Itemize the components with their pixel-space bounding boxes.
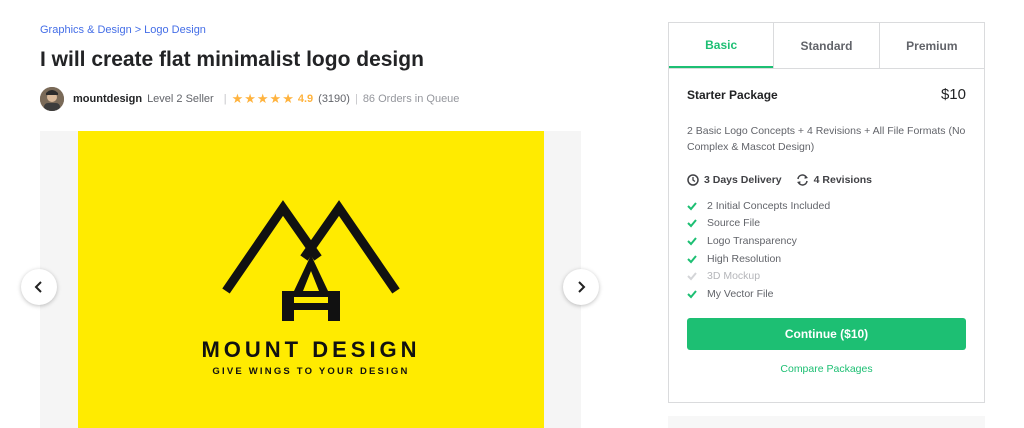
star-icon: ★ (256, 91, 269, 106)
brand-title-text: MOUNT DESIGN (201, 337, 421, 362)
chevron-right-icon (578, 281, 586, 293)
package-meta: 3 Days Delivery 4 Revisions (687, 174, 966, 186)
chevron-left-icon (34, 281, 42, 293)
feature-list: 2 Initial Concepts Included Source File … (687, 197, 966, 303)
rating-score: 4.9 (297, 93, 314, 105)
check-icon (687, 219, 697, 228)
star-icon: ★ (282, 91, 294, 106)
check-icon (687, 254, 697, 264)
package-price: $10 (940, 86, 966, 103)
delivery-time: 3 Days Delivery (704, 174, 782, 186)
feature-label: Logo Transparency (707, 234, 797, 247)
brand-tagline-text: GIVE WINGS TO YOUR DESIGN (212, 366, 410, 377)
seller-avatar[interactable] (40, 87, 64, 111)
divider: | (354, 93, 358, 105)
clock-icon (687, 174, 699, 186)
delivery-info: 3 Days Delivery (687, 174, 782, 186)
gallery-prev-button[interactable] (21, 269, 57, 305)
feature-item: Source File (687, 215, 966, 233)
breadcrumb-subcategory-link[interactable]: Logo Design (144, 24, 206, 36)
seller-overview: mountdesign Level 2 Seller | ★ ★ ★ ★ ★ 4.9 (… (40, 87, 459, 111)
avatar-photo-icon (40, 87, 64, 111)
gallery-slide-image[interactable]: MOUNT DESIGN GIVE WINGS TO YOUR DESIGN (78, 131, 544, 428)
tab-basic[interactable]: Basic (669, 23, 774, 68)
feature-item: 3D Mockup (687, 267, 966, 285)
continue-button[interactable]: Continue ($10) (687, 317, 966, 350)
tab-premium[interactable]: Premium (878, 23, 984, 68)
breadcrumb-separator: > (134, 24, 142, 36)
package-description: 2 Basic Logo Concepts + 4 Revisions + Al… (687, 125, 966, 153)
breadcrumb: Graphics & Design > Logo Design (40, 24, 206, 36)
feature-label: 3D Mockup (707, 270, 761, 283)
star-icon: ★ (231, 91, 244, 106)
feature-label: 2 Initial Concepts Included (707, 199, 831, 212)
review-count[interactable]: (3190) (318, 93, 350, 105)
star-icon: ★ (244, 91, 256, 106)
divider: | (223, 93, 227, 105)
star-rating: ★ ★ ★ ★ ★ (232, 91, 294, 107)
check-icon (687, 237, 697, 246)
package-name: Starter Package (687, 87, 778, 102)
seller-level: Level 2 Seller (147, 93, 214, 105)
star-icon: ★ (269, 91, 282, 106)
gallery-next-button[interactable] (563, 269, 599, 305)
refresh-icon (796, 174, 808, 186)
compare-packages-link[interactable]: Compare Packages (687, 363, 966, 375)
feature-label: Source File (707, 217, 761, 230)
check-icon (687, 202, 697, 211)
feature-label: High Resolution (707, 252, 782, 265)
gig-title: I will create flat minimalist logo desig… (40, 48, 424, 71)
contact-seller-box (668, 416, 985, 428)
seller-name-link[interactable]: mountdesign (73, 93, 142, 105)
feature-item: My Vector File (687, 285, 966, 303)
orders-in-queue: 86 Orders in Queue (362, 93, 460, 105)
gig-gallery: MOUNT DESIGN GIVE WINGS TO YOUR DESIGN (40, 131, 581, 428)
tab-standard[interactable]: Standard (773, 23, 878, 68)
package-panel: Basic Standard Premium Starter Package $… (668, 22, 985, 403)
check-icon-disabled (687, 272, 697, 281)
package-tabs: Basic Standard Premium (669, 23, 984, 69)
revision-count: 4 Revisions (813, 174, 873, 186)
feature-item: 2 Initial Concepts Included (687, 197, 966, 215)
feature-item: High Resolution (687, 250, 966, 268)
breadcrumb-category-link[interactable]: Graphics & Design (40, 24, 132, 36)
feature-label: My Vector File (707, 287, 774, 300)
mountain-pencil-logo-icon (222, 200, 400, 321)
revisions-info: 4 Revisions (796, 174, 872, 186)
check-icon (687, 290, 697, 299)
feature-item: Logo Transparency (687, 232, 966, 250)
